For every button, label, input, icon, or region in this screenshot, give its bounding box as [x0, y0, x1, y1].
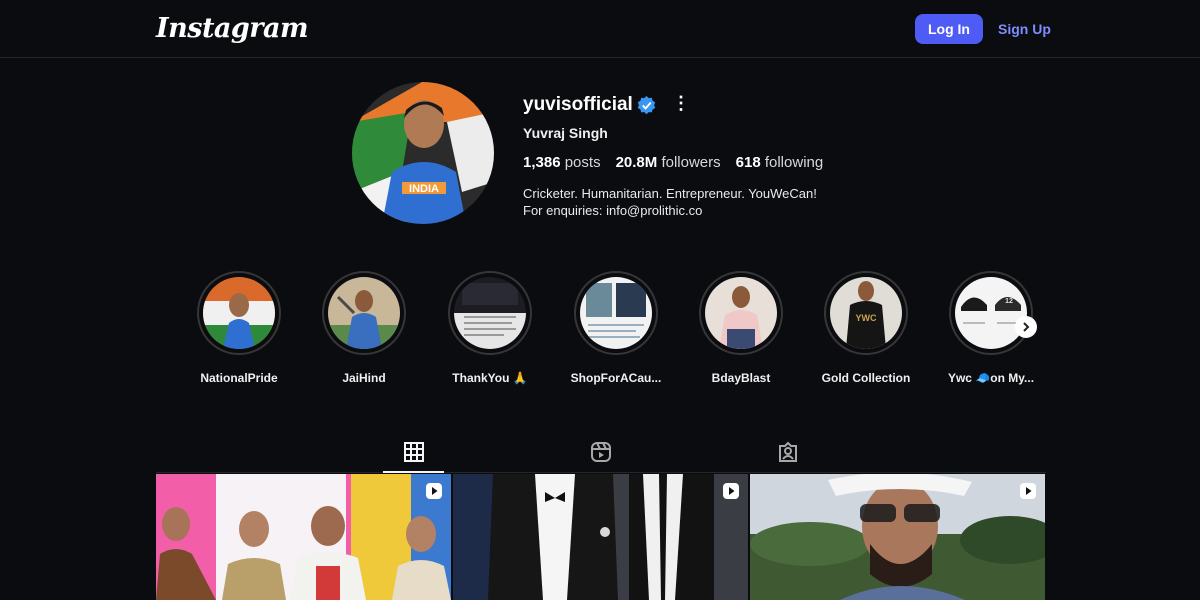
- posts-count: 1,386: [523, 154, 561, 171]
- highlight-ring: [197, 271, 281, 355]
- tagged-icon: [779, 441, 797, 462]
- more-options-icon[interactable]: ⋮: [672, 93, 690, 114]
- svg-text:INDIA: INDIA: [409, 183, 439, 195]
- highlight-gold-collection[interactable]: YWC Gold Collection: [816, 271, 916, 385]
- highlight-shopforacause[interactable]: ShopForACau...: [566, 271, 666, 385]
- highlight-label: Ywc 🧢on My...: [947, 371, 1035, 385]
- highlight-ring: [448, 271, 532, 355]
- active-tab-indicator: [383, 471, 444, 473]
- highlight-ring: YWC: [824, 271, 908, 355]
- following-stat[interactable]: 618 following: [736, 154, 824, 171]
- grid-icon: [404, 442, 424, 462]
- highlight-cover-image: [454, 277, 526, 349]
- highlight-label: Gold Collection: [821, 371, 911, 385]
- highlight-label: BdayBlast: [711, 371, 771, 385]
- highlight-cover-image: [203, 277, 275, 349]
- profile-full-name: Yuvraj Singh: [523, 125, 608, 141]
- highlight-cover-image: 12: [955, 277, 1027, 349]
- highlight-bdayblast[interactable]: BdayBlast: [691, 271, 791, 385]
- highlight-thankyou[interactable]: ThankYou 🙏: [440, 271, 540, 385]
- highlight-label: JaiHind: [342, 371, 386, 385]
- profile-username: yuvisofficial: [523, 94, 633, 115]
- reel-icon: [1020, 483, 1036, 499]
- tab-tagged[interactable]: [776, 440, 800, 464]
- login-button[interactable]: Log In: [915, 14, 983, 44]
- highlight-jaihind[interactable]: JaiHind: [314, 271, 414, 385]
- post-thumbnail[interactable]: [750, 474, 1045, 600]
- highlight-nationalpride[interactable]: NationalPride: [189, 271, 289, 385]
- profile-stats: 1,386 posts 20.8M followers 618 followin…: [523, 154, 838, 171]
- highlight-label: NationalPride: [200, 371, 278, 385]
- chevron-right-icon: [1023, 322, 1030, 332]
- highlight-ring: [322, 271, 406, 355]
- highlight-label: ThankYou 🙏: [452, 371, 528, 385]
- reels-icon: [591, 442, 611, 462]
- posts-label: posts: [564, 154, 601, 171]
- posts-stat[interactable]: 1,386 posts: [523, 154, 601, 171]
- highlight-ring: [699, 271, 783, 355]
- following-count: 618: [735, 154, 761, 171]
- tabs-divider: [156, 472, 1046, 473]
- profile-bio: Cricketer. Humanitarian. Entrepreneur. Y…: [523, 185, 817, 219]
- followers-stat[interactable]: 20.8M followers: [616, 154, 721, 171]
- highlight-cover-image: [705, 277, 777, 349]
- following-label: following: [764, 154, 824, 171]
- top-nav-bar: Instagram Log In Sign Up: [0, 0, 1200, 58]
- highlight-cover-image: YWC: [830, 277, 902, 349]
- highlight-cover-image: [580, 277, 652, 349]
- post-thumbnail[interactable]: [453, 474, 748, 600]
- followers-count: 20.8M: [615, 154, 658, 171]
- highlight-cover-image: [328, 277, 400, 349]
- reel-icon: [426, 483, 442, 499]
- followers-label: followers: [661, 154, 721, 171]
- instagram-logo[interactable]: Instagram: [156, 13, 309, 44]
- signup-link[interactable]: Sign Up: [998, 21, 1051, 37]
- verified-badge-icon: [637, 96, 656, 115]
- svg-text:YWC: YWC: [856, 313, 877, 323]
- tab-reels[interactable]: [589, 440, 613, 464]
- post-thumbnail[interactable]: [156, 474, 451, 600]
- highlight-ring: [574, 271, 658, 355]
- highlight-label: ShopForACau...: [570, 371, 662, 385]
- highlight-ring: 12: [949, 271, 1033, 355]
- reel-icon: [723, 483, 739, 499]
- bio-line: Cricketer. Humanitarian. Entrepreneur. Y…: [523, 186, 817, 201]
- bio-contact-line: For enquiries: info@prolithic.co: [523, 203, 703, 218]
- svg-text:12: 12: [1005, 298, 1013, 305]
- highlights-next-button[interactable]: [1015, 316, 1037, 338]
- profile-avatar[interactable]: INDIA: [352, 82, 494, 224]
- tab-posts[interactable]: [402, 440, 426, 464]
